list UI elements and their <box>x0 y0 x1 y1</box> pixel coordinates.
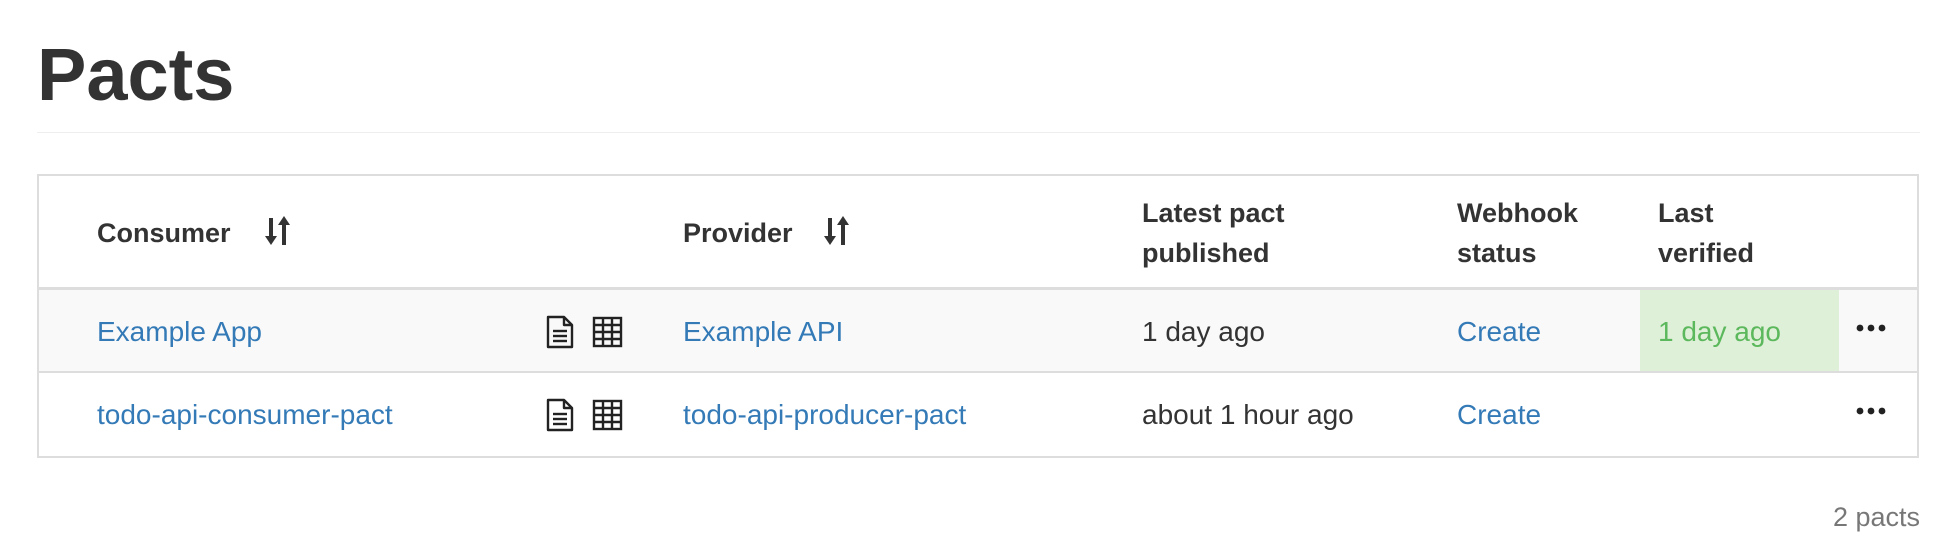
ellipsis-icon[interactable] <box>1856 323 1886 333</box>
title-divider <box>37 132 1920 133</box>
grid-table-icon[interactable] <box>592 316 623 348</box>
pacts-table: Consumer Provider Latest pact published … <box>37 174 1919 458</box>
table-row: todo-api-consumer-pact todo-api-producer… <box>39 373 1917 456</box>
document-icon[interactable] <box>545 315 575 349</box>
consumer-link[interactable]: todo-api-consumer-pact <box>97 373 393 456</box>
table-header: Consumer Provider Latest pact published … <box>39 176 1917 290</box>
header-webhook-line1: Webhook <box>1457 198 1578 228</box>
consumer-link[interactable]: Example App <box>97 290 262 373</box>
last-verified-cell: 1 day ago <box>1640 290 1839 371</box>
webhook-create-link[interactable]: Create <box>1457 373 1541 456</box>
ellipsis-icon[interactable] <box>1856 406 1886 416</box>
pact-count: 2 pacts <box>1832 502 1920 532</box>
latest-published: 1 day ago <box>1142 316 1265 347</box>
document-icon[interactable] <box>545 398 575 432</box>
header-provider[interactable]: Provider <box>683 213 793 253</box>
grid-table-icon[interactable] <box>592 399 623 431</box>
page-title: Pacts <box>37 33 235 116</box>
header-verified-line2: verified <box>1658 238 1755 268</box>
header-verified-line1: Last <box>1658 198 1714 228</box>
header-consumer[interactable]: Consumer <box>97 213 231 253</box>
provider-link[interactable]: Example API <box>683 290 843 373</box>
header-latest-line2: published <box>1142 238 1270 268</box>
sort-icon[interactable] <box>822 214 852 248</box>
header-webhook-line2: status <box>1457 238 1537 268</box>
last-verified: 1 day ago <box>1658 316 1781 347</box>
latest-published: about 1 hour ago <box>1142 399 1354 430</box>
table-row: Example App Example API 1 day ago Create… <box>39 290 1917 373</box>
sort-icon[interactable] <box>263 214 293 248</box>
provider-link[interactable]: todo-api-producer-pact <box>683 373 966 456</box>
webhook-create-link[interactable]: Create <box>1457 290 1541 373</box>
header-latest-line1: Latest pact <box>1142 198 1285 228</box>
